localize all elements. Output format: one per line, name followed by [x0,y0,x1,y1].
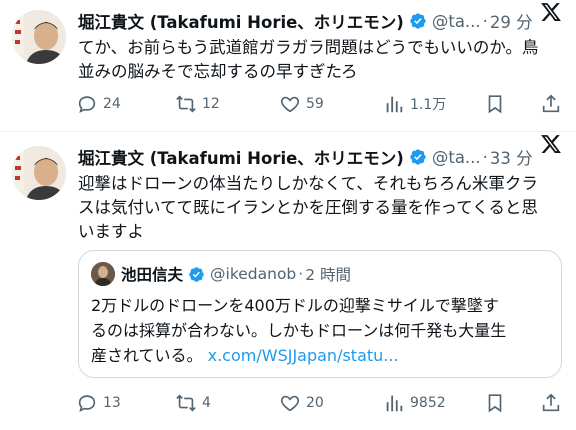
bookmark-icon [488,95,502,114]
quoted-text-tail: 産されている。 [91,346,203,365]
bookmark-button[interactable] [484,90,506,118]
share-button[interactable] [540,90,562,118]
quoted-text-line: 産されている。 x.com/WSJJapan/statu... [91,343,551,368]
like-button[interactable]: 59 [279,90,324,118]
views-button[interactable]: 9852 [383,389,446,417]
like-icon [280,395,300,412]
repost-icon [176,394,196,412]
like-icon [280,96,300,113]
verified-badge-icon [410,13,426,29]
quoted-text-line: るのは採算が合わない。しかもドローンは何千発も大量生 [91,321,507,340]
separator-dot: · [482,147,488,167]
reply-icon [78,96,96,113]
avatar[interactable] [12,10,66,64]
share-button[interactable] [540,389,562,417]
reply-button[interactable]: 13 [76,389,121,417]
quoted-tweet-text: 2万ドルのドローンを400万ドルの迎撃ミサイルで撃墜す るのは採算が合わない。し… [91,293,551,368]
repost-button[interactable]: 12 [175,90,220,118]
repost-count: 12 [202,96,220,112]
repost-count: 4 [202,395,211,411]
bookmark-button[interactable] [484,389,506,417]
repost-button[interactable]: 4 [175,389,211,417]
avatar[interactable] [12,146,66,200]
author-name[interactable]: 堀江貴文 (Takafumi Horie、ホリエモン) [78,9,404,33]
reply-count: 24 [103,96,121,112]
separator-dot: · [482,11,488,31]
author-name[interactable]: 堀江貴文 (Takafumi Horie、ホリエモン) [78,145,404,169]
reply-count: 13 [103,395,121,411]
tweet[interactable]: 堀江貴文 (Takafumi Horie、ホリエモン) @ta... · 29 … [0,0,576,131]
author-handle[interactable]: @ta... [432,148,481,167]
timestamp[interactable]: 33 分 [490,145,533,169]
quoted-text-line: 2万ドルのドローンを400万ドルの迎撃ミサイルで撃墜す [91,296,499,315]
tweet-text: 迎撃はドローンの体当たりしかなくて、それもちろん米軍クラ スは気付いてて既にイラ… [78,174,538,241]
tweet-text: てか、お前らもう武道館ガラガラ問題はどうでもいいのか。鳥 並みの脳みそで忘却する… [78,38,539,81]
bookmark-icon [488,394,502,413]
action-bar: 13 4 20 9852 [70,389,568,417]
views-count: 1.1万 [410,97,447,113]
like-count: 20 [306,395,324,411]
share-icon [542,393,560,412]
reply-button[interactable]: 24 [76,90,121,118]
action-bar: 24 12 59 1.1万 [70,90,568,118]
quoted-author-handle: @ikedanob [210,265,297,283]
views-button[interactable]: 1.1万 [383,90,446,118]
x-logo-icon [541,3,561,21]
separator-dot: · [298,265,304,283]
quoted-tweet[interactable]: 池田信夫 @ikedanob · 2 時間 2万ドルのドローンを400万ドルの迎… [78,250,562,378]
like-button[interactable]: 20 [279,389,324,417]
quoted-author-name: 池田信夫 [121,266,184,284]
repost-icon [176,95,196,113]
quoted-link[interactable]: x.com/WSJJapan/statu... [208,346,399,365]
reply-icon [78,395,96,412]
verified-badge-icon [410,149,426,165]
author-handle[interactable]: @ta... [432,12,481,31]
views-count: 9852 [410,395,446,411]
like-count: 59 [306,96,324,112]
views-icon [386,96,403,113]
views-icon [386,395,403,412]
quoted-tweet-header: 池田信夫 @ikedanob · 2 時間 [91,261,351,287]
x-logo-icon [541,135,561,153]
quoted-timestamp: 2 時間 [305,266,351,284]
share-icon [542,94,560,113]
tweet[interactable]: 堀江貴文 (Takafumi Horie、ホリエモン) @ta... · 33 … [0,132,576,430]
timestamp[interactable]: 29 分 [490,9,533,33]
verified-badge-icon [189,266,204,282]
tweet-header: 堀江貴文 (Takafumi Horie、ホリエモン) @ta... · 29 … [78,8,564,34]
tweet-header: 堀江貴文 (Takafumi Horie、ホリエモン) @ta... · 33 … [78,144,564,170]
avatar [91,262,115,286]
